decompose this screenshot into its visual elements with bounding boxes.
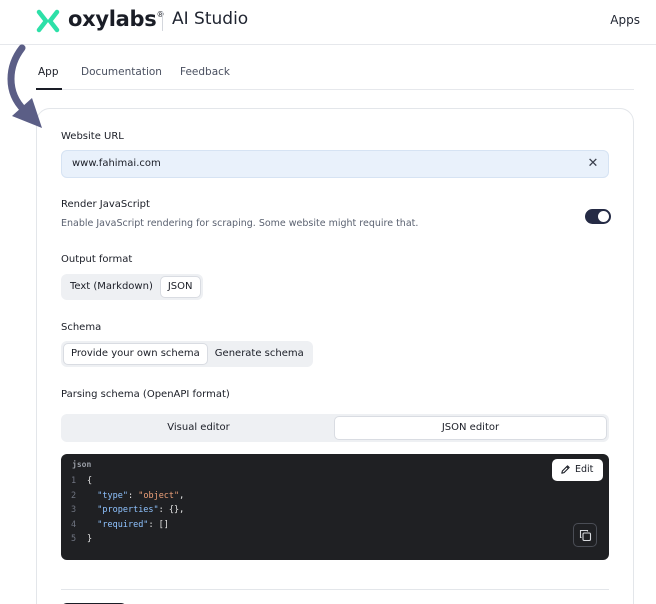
website-url-value: www.fahimai.com bbox=[72, 158, 161, 169]
copy-icon bbox=[579, 529, 592, 542]
code-token: "type" bbox=[97, 490, 128, 501]
oxylabs-x-logo-icon[interactable] bbox=[36, 9, 60, 33]
render-javascript-toggle[interactable] bbox=[585, 209, 611, 224]
line-number: 1 bbox=[71, 476, 77, 486]
code-token: : [] bbox=[148, 519, 169, 530]
code-token: { bbox=[87, 476, 93, 486]
code-token: , bbox=[179, 490, 185, 501]
schema-generate[interactable]: Generate schema bbox=[208, 343, 311, 365]
copy-button[interactable] bbox=[573, 523, 597, 547]
code-line: 4 "required": [] bbox=[71, 518, 184, 533]
tab-visual-editor[interactable]: Visual editor bbox=[63, 416, 334, 440]
tab-documentation[interactable]: Documentation bbox=[81, 66, 162, 78]
website-url-label: Website URL bbox=[61, 131, 124, 142]
toggle-knob bbox=[598, 211, 609, 222]
header-divider bbox=[162, 11, 163, 31]
code-token: } bbox=[87, 534, 93, 544]
app-header: oxylabs® AI Studio Apps bbox=[0, 0, 656, 45]
code-line: 5} bbox=[71, 532, 184, 547]
json-code-editor[interactable]: json 1{ 2 "type": "object", 3 "propertie… bbox=[61, 454, 609, 560]
line-number: 2 bbox=[71, 490, 77, 501]
line-number: 3 bbox=[71, 505, 77, 515]
schema-label: Schema bbox=[61, 322, 102, 333]
code-token: "properties" bbox=[97, 505, 159, 515]
section-divider bbox=[61, 589, 609, 590]
code-token: : bbox=[127, 490, 139, 501]
output-format-selector: Text (Markdown) JSON bbox=[61, 274, 203, 300]
tab-feedback[interactable]: Feedback bbox=[180, 66, 230, 78]
website-url-input[interactable]: www.fahimai.com ✕ bbox=[61, 150, 609, 178]
apps-link[interactable]: Apps bbox=[610, 13, 640, 27]
edit-button-label: Edit bbox=[575, 464, 594, 475]
code-token: "required" bbox=[97, 519, 149, 530]
line-number: 4 bbox=[71, 519, 77, 530]
schema-provide-own[interactable]: Provide your own schema bbox=[63, 343, 208, 365]
output-format-label: Output format bbox=[61, 254, 133, 265]
app-form-card: Website URL www.fahimai.com ✕ Render Jav… bbox=[36, 108, 634, 604]
code-token: "object" bbox=[138, 490, 180, 501]
parsing-schema-label: Parsing schema (OpenAPI format) bbox=[61, 389, 230, 400]
product-name: AI Studio bbox=[172, 9, 249, 29]
render-javascript-label: Render JavaScript bbox=[61, 199, 150, 210]
curved-arrow-icon bbox=[7, 44, 42, 128]
main-tabs: App Documentation Feedback bbox=[36, 60, 634, 90]
output-format-json[interactable]: JSON bbox=[159, 276, 201, 298]
code-language-label: json bbox=[72, 460, 92, 469]
code-line: 1{ bbox=[71, 474, 184, 489]
close-icon[interactable]: ✕ bbox=[586, 157, 600, 171]
editor-mode-selector: Visual editor JSON editor bbox=[61, 414, 609, 442]
edit-button[interactable]: Edit bbox=[552, 459, 603, 481]
code-lines: 1{ 2 "type": "object", 3 "properties": {… bbox=[71, 474, 184, 547]
tab-json-editor[interactable]: JSON editor bbox=[334, 416, 607, 440]
code-line: 3 "properties": {}, bbox=[71, 503, 184, 518]
schema-selector: Provide your own schema Generate schema bbox=[61, 341, 313, 367]
code-token: : {}, bbox=[158, 505, 185, 515]
line-number: 5 bbox=[71, 534, 77, 544]
registered-mark: ® bbox=[156, 10, 165, 19]
brand-name[interactable]: oxylabs® bbox=[68, 7, 164, 31]
output-format-text-markdown[interactable]: Text (Markdown) bbox=[63, 276, 160, 298]
code-line: 2 "type": "object", bbox=[71, 489, 184, 504]
render-javascript-hint: Enable JavaScript rendering for scraping… bbox=[61, 218, 419, 229]
pencil-icon bbox=[561, 465, 570, 474]
